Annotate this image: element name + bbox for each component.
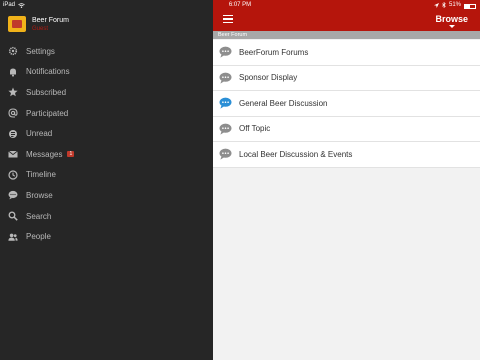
forum-row[interactable]: BeerForum Forums [213, 40, 480, 66]
sidebar-item-settings[interactable]: Settings [0, 41, 213, 62]
forum-title: Local Beer Discussion & Events [239, 149, 353, 159]
forum-list: BeerForum Forums Sponsor Display General… [213, 40, 480, 168]
sidebar-menu: Settings Notifications Subscribed Partic… [0, 41, 213, 247]
sidebar-item-label: Settings [26, 46, 55, 56]
sidebar-item-label: Notifications [26, 67, 70, 77]
menu-icon[interactable] [223, 15, 233, 23]
unread-icon [8, 129, 18, 139]
chevron-down-icon [448, 25, 455, 28]
timeline-icon [8, 170, 18, 180]
chat-bubble-icon [219, 46, 232, 58]
forum-title: Off Topic [239, 124, 271, 134]
location-icon [433, 2, 439, 8]
battery-icon [464, 3, 476, 9]
sidebar-item-label: Subscribed [26, 87, 67, 97]
search-icon [8, 211, 18, 221]
sidebar-item-notifications[interactable]: Notifications [0, 62, 213, 83]
messages-badge: 1 [67, 151, 75, 158]
browse-icon [8, 190, 18, 200]
chat-bubble-icon [219, 123, 232, 135]
username: Guest [32, 25, 49, 32]
sidebar-item-label: People [26, 232, 51, 242]
sidebar-item-label: Messages [26, 149, 63, 159]
sidebar-item-timeline[interactable]: Timeline [0, 165, 213, 186]
chat-bubble-unread-icon [219, 97, 232, 109]
sidebar-item-label: Search [26, 211, 52, 221]
chat-bubble-icon [219, 148, 232, 160]
people-icon [8, 232, 18, 242]
forum-title: Sponsor Display [239, 73, 298, 83]
sidebar-item-label: Participated [26, 108, 69, 118]
sidebar-item-messages[interactable]: Messages 1 [0, 144, 213, 165]
browse-label: Browse [435, 14, 468, 24]
at-icon [8, 108, 18, 118]
status-bar: iPad 6:07 PM 51% [0, 0, 480, 10]
chat-bubble-icon [219, 72, 232, 84]
forum-name: Beer Forum [32, 16, 69, 24]
bluetooth-icon [442, 2, 446, 8]
forum-row[interactable]: Sponsor Display [213, 66, 480, 91]
sidebar-item-people[interactable]: People [0, 226, 213, 247]
sidebar: Beer Forum Guest Settings Notifications … [0, 0, 213, 360]
sidebar-item-subscribed[interactable]: Subscribed [0, 82, 213, 103]
bell-icon [8, 67, 18, 77]
browse-dropdown[interactable]: Browse [435, 14, 468, 28]
forum-row[interactable]: Local Beer Discussion & Events [213, 142, 480, 168]
forum-title: BeerForum Forums [239, 47, 309, 57]
sidebar-item-label: Timeline [26, 170, 56, 180]
envelope-icon [8, 149, 18, 159]
sidebar-item-unread[interactable]: Unread [0, 123, 213, 144]
battery-percent: 51% [448, 2, 461, 8]
sidebar-item-label: Unread [26, 129, 53, 139]
star-icon [8, 87, 18, 97]
sidebar-item-label: Browse [26, 190, 53, 200]
forum-row[interactable]: Off Topic [213, 117, 480, 142]
forum-header[interactable]: Beer Forum Guest [8, 12, 213, 36]
sidebar-item-search[interactable]: Search [0, 206, 213, 227]
sidebar-item-browse[interactable]: Browse [0, 185, 213, 206]
breadcrumb[interactable]: Beer Forum [213, 31, 480, 39]
main-panel: Browse Beer Forum BeerForum Forums Spons… [213, 0, 480, 360]
forum-title: General Beer Discussion [239, 98, 328, 108]
gear-icon [8, 46, 18, 56]
sidebar-item-participated[interactable]: Participated [0, 103, 213, 124]
forum-row[interactable]: General Beer Discussion [213, 91, 480, 117]
forum-logo [8, 16, 26, 32]
status-time: 6:07 PM [228, 2, 252, 8]
